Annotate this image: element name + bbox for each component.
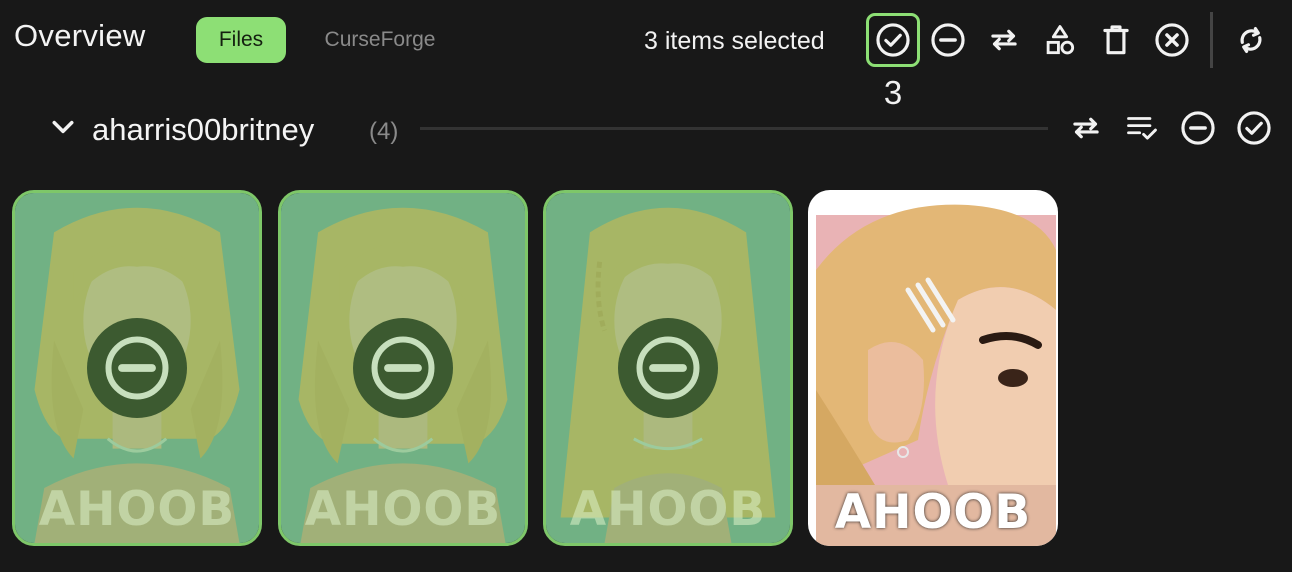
deselect-button[interactable] [922,14,974,66]
mod-card[interactable]: AHOOB [278,190,528,546]
group-select-list-button[interactable] [1116,102,1168,154]
group-deselect-button[interactable] [1172,102,1224,154]
group-header: aharris00britney (4) [0,100,1292,156]
thumbnail-watermark: AHOOB [304,482,502,537]
minus-circle-icon [931,23,965,57]
list-check-icon [1127,117,1157,140]
group-swap-button[interactable] [1060,102,1112,154]
shapes-icon [1046,25,1075,55]
tab-curseforge[interactable]: CurseForge [306,17,454,63]
swap-icon [991,29,1017,51]
page-title: Overview [14,18,146,53]
mod-card[interactable]: AHOOB [808,190,1058,546]
swap-icon [1073,117,1099,139]
cancel-selection-button[interactable] [1146,14,1198,66]
check-circle-icon [1237,111,1271,145]
minus-circle-icon [105,336,169,400]
top-bar: Overview Files CurseForge 3 items select… [0,0,1292,111]
selection-status: 3 items selected [644,27,825,55]
tab-files[interactable]: Files [196,17,286,63]
mod-card[interactable]: AHOOB [543,190,793,546]
group-name: aharris00britney [92,112,315,147]
sync-button[interactable] [1225,14,1277,66]
minus-circle-icon [1181,111,1215,145]
swap-button[interactable] [978,14,1030,66]
toolbar-divider [1210,12,1213,68]
trash-icon [1103,25,1129,55]
select-all-button[interactable] [866,13,920,67]
group-select-all-button[interactable] [1228,102,1280,154]
chevron-down-icon[interactable] [48,112,78,142]
close-circle-icon [1155,23,1189,57]
mod-card[interactable]: AHOOB [12,190,262,546]
group-divider [420,127,1048,130]
minus-circle-icon [636,336,700,400]
thumbnail-watermark: AHOOB [834,485,1032,540]
deselect-badge[interactable] [618,318,718,418]
deselect-badge[interactable] [353,318,453,418]
check-circle-icon [876,23,910,57]
thumbnail-watermark: AHOOB [38,482,236,537]
group-count: (4) [369,118,399,145]
deselect-badge[interactable] [87,318,187,418]
delete-button[interactable] [1090,14,1142,66]
categorize-button[interactable] [1034,14,1086,66]
sync-icon [1240,27,1262,53]
minus-circle-icon [371,336,435,400]
thumbnail-watermark: AHOOB [569,482,767,537]
